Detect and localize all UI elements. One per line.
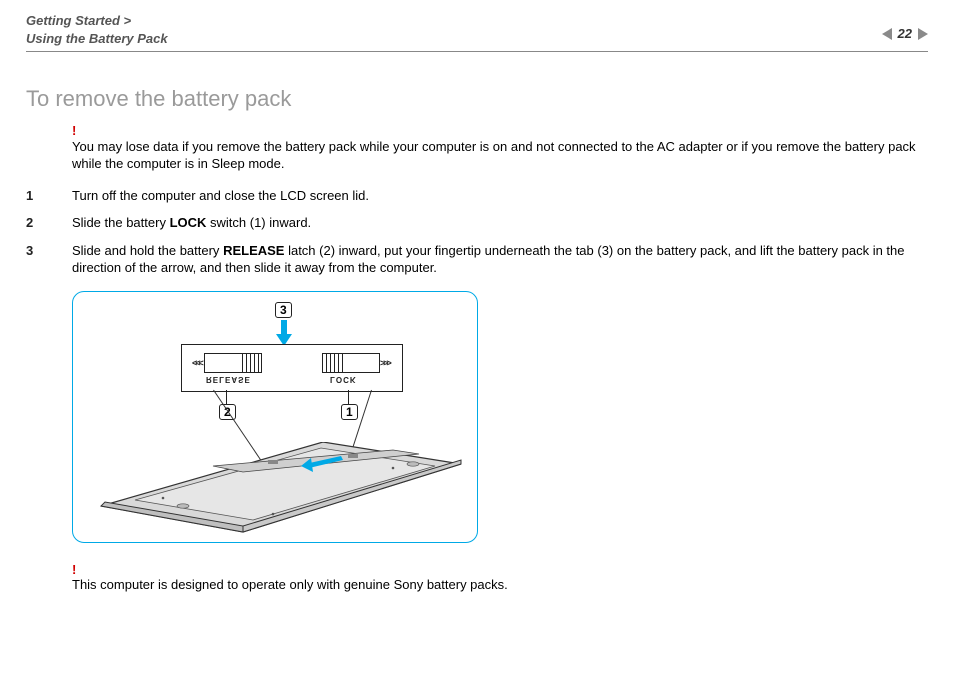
step-text-pre: Slide the battery xyxy=(72,215,170,230)
step-item: 2 Slide the battery LOCK switch (1) inwa… xyxy=(72,214,928,232)
chevron-right-icon: >>> xyxy=(380,357,390,369)
prev-page-icon[interactable] xyxy=(882,28,892,40)
step-text-bold: LOCK xyxy=(170,215,207,230)
release-label: RELEASE xyxy=(206,373,251,384)
step-text-post: switch (1) inward. xyxy=(206,215,311,230)
chevron-left-icon: <<< xyxy=(192,357,202,369)
page-title: To remove the battery pack xyxy=(26,86,928,112)
release-switch xyxy=(204,353,262,373)
down-arrow-icon xyxy=(278,320,290,344)
step-number: 1 xyxy=(26,187,56,205)
steps-list: 1 Turn off the computer and close the LC… xyxy=(72,187,928,277)
lock-label: LOCK xyxy=(330,373,357,384)
breadcrumb-line2: Using the Battery Pack xyxy=(26,31,168,46)
lock-switch xyxy=(322,353,380,373)
next-page-icon[interactable] xyxy=(918,28,928,40)
step-item: 3 Slide and hold the battery RELEASE lat… xyxy=(72,242,928,277)
step-number: 3 xyxy=(26,242,56,260)
step-text: Turn off the computer and close the LCD … xyxy=(72,188,369,203)
warning-text: You may lose data if you remove the batt… xyxy=(72,138,928,173)
footnote-text: This computer is designed to operate onl… xyxy=(72,576,928,594)
callout-1: 1 xyxy=(341,404,358,420)
page-number: 22 xyxy=(898,26,912,41)
page: Getting Started > Using the Battery Pack… xyxy=(0,0,954,674)
callout-3: 3 xyxy=(275,302,292,318)
leader-line xyxy=(226,390,227,404)
step-text-pre: Slide and hold the battery xyxy=(72,243,223,258)
breadcrumb[interactable]: Getting Started > Using the Battery Pack xyxy=(26,12,882,47)
step-text-bold: RELEASE xyxy=(223,243,284,258)
callout-zoom-box: <<< RELEASE LOCK >>> xyxy=(181,344,403,392)
page-header: Getting Started > Using the Battery Pack… xyxy=(26,12,928,52)
step-item: 1 Turn off the computer and close the LC… xyxy=(72,187,928,205)
battery-removal-diagram: 3 <<< RELEASE LOCK >>> 2 1 xyxy=(72,291,478,543)
laptop-base-illustration xyxy=(93,442,463,534)
step-number: 2 xyxy=(26,214,56,232)
page-body: ! You may lose data if you remove the ba… xyxy=(72,122,928,594)
page-nav: 22 xyxy=(882,12,928,41)
leader-line xyxy=(348,390,349,404)
breadcrumb-line1: Getting Started > xyxy=(26,13,131,28)
